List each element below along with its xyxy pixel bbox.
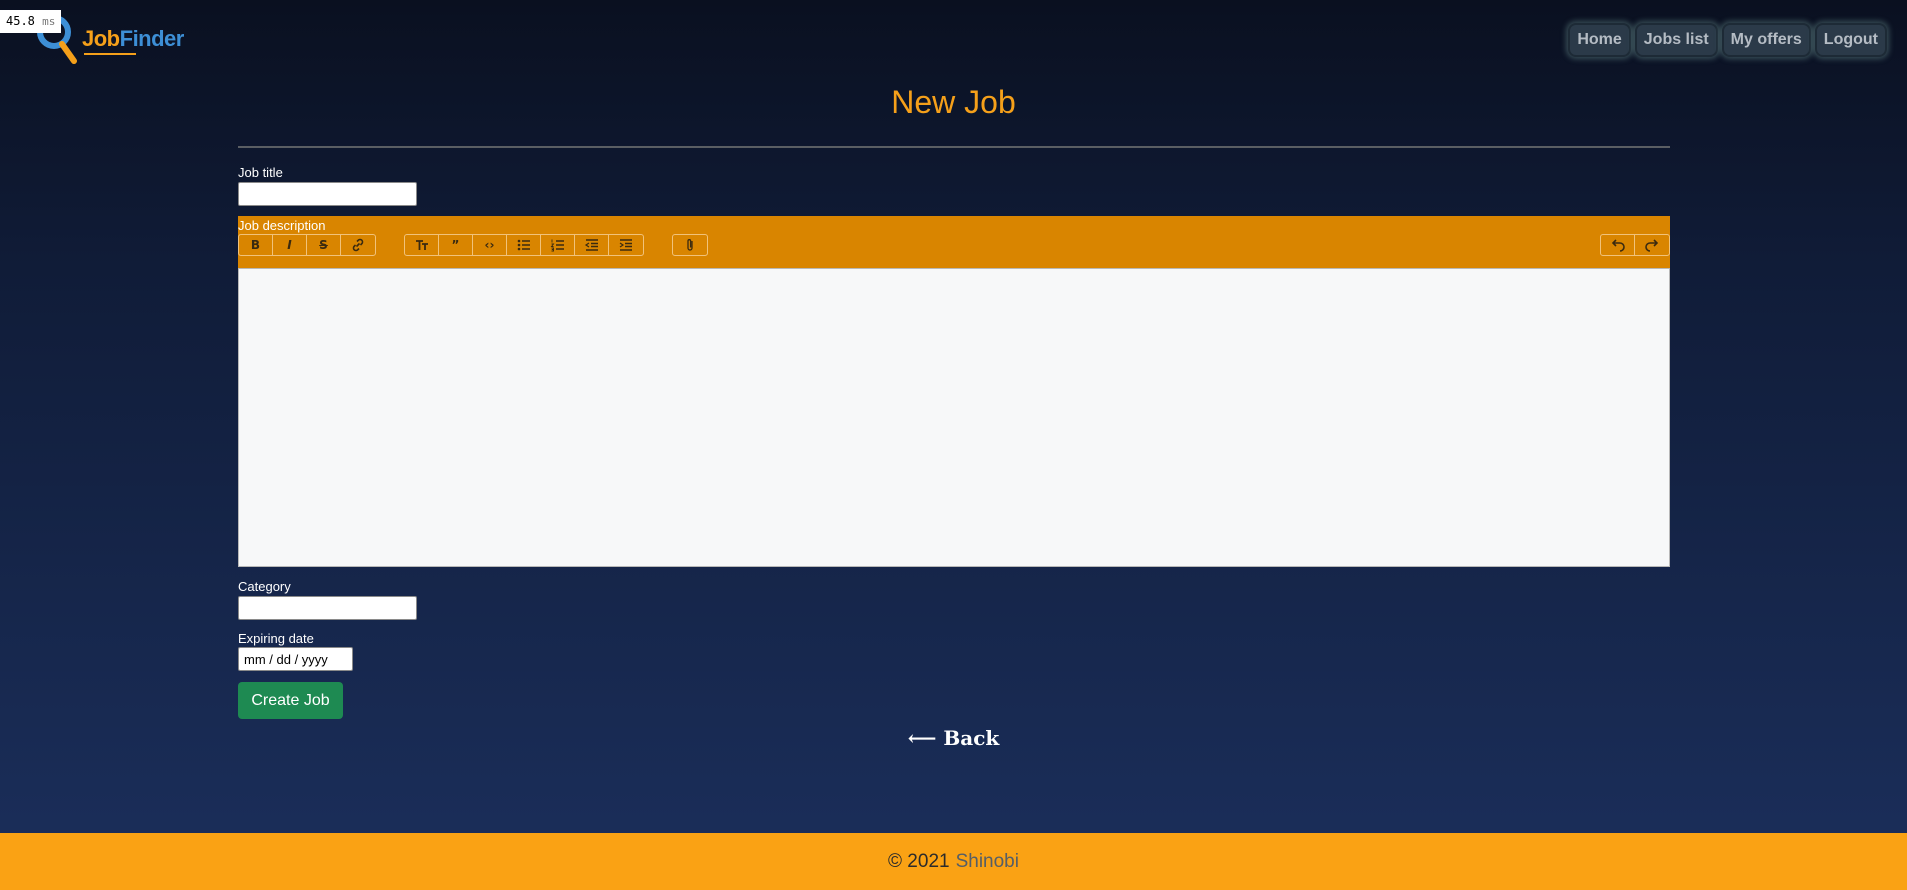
file-tools-group [672,234,708,256]
footer: © 2021 Shinobi [0,833,1907,890]
page-title: New Job [891,84,1016,120]
nav-jobs-list[interactable]: Jobs list [1634,23,1718,57]
category-label: Category [238,579,291,594]
timer-unit: ms [42,15,56,28]
bold-icon[interactable]: B [239,235,273,255]
redo-icon[interactable] [1635,235,1669,255]
create-job-button[interactable]: Create Job [238,682,343,719]
job-description-label: Job description [238,218,326,233]
render-timer: 45.8 ms [0,10,62,33]
heading-icon[interactable] [405,235,439,255]
nav-home[interactable]: Home [1568,23,1631,57]
brand-underline [84,53,136,55]
main-nav: Home Jobs list My offers Logout [1568,23,1887,57]
quote-icon[interactable]: ” [439,235,473,255]
job-title-label: Job title [238,165,283,180]
increase-indent-icon[interactable] [609,235,643,255]
text-tools-group: B I S [238,234,376,256]
editor-toolbar: Job description B I S ” ‹› [238,216,1670,268]
strikethrough-icon[interactable]: S [307,235,341,255]
copyright-text: © 2021 [888,850,950,872]
job-description-editor[interactable] [238,268,1670,567]
category-input[interactable] [238,596,417,620]
numbered-list-icon[interactable] [541,235,575,255]
bullet-list-icon[interactable] [507,235,541,255]
back-link[interactable]: ⟵ Back [0,726,1907,750]
block-tools-group: ” ‹› [404,234,644,256]
expiring-date-input[interactable]: mm / dd / yyyy [238,647,353,671]
timer-value: 45.8 [6,14,35,28]
author-link[interactable]: Shinobi [956,851,1019,873]
history-tools-group [1600,234,1670,256]
code-icon[interactable]: ‹› [473,235,507,255]
attach-file-icon[interactable] [673,235,707,255]
brand-name: JobFinder [82,26,184,52]
link-icon[interactable] [341,235,375,255]
job-title-input[interactable] [238,182,417,206]
nav-my-offers[interactable]: My offers [1721,23,1811,57]
nav-logout[interactable]: Logout [1814,23,1887,57]
brand-name-part1: Job [82,26,120,51]
title-divider [238,146,1670,148]
brand-name-part2: Finder [119,26,185,51]
undo-icon[interactable] [1601,235,1635,255]
italic-icon[interactable]: I [273,235,307,255]
expiring-date-label: Expiring date [238,631,314,646]
decrease-indent-icon[interactable] [575,235,609,255]
